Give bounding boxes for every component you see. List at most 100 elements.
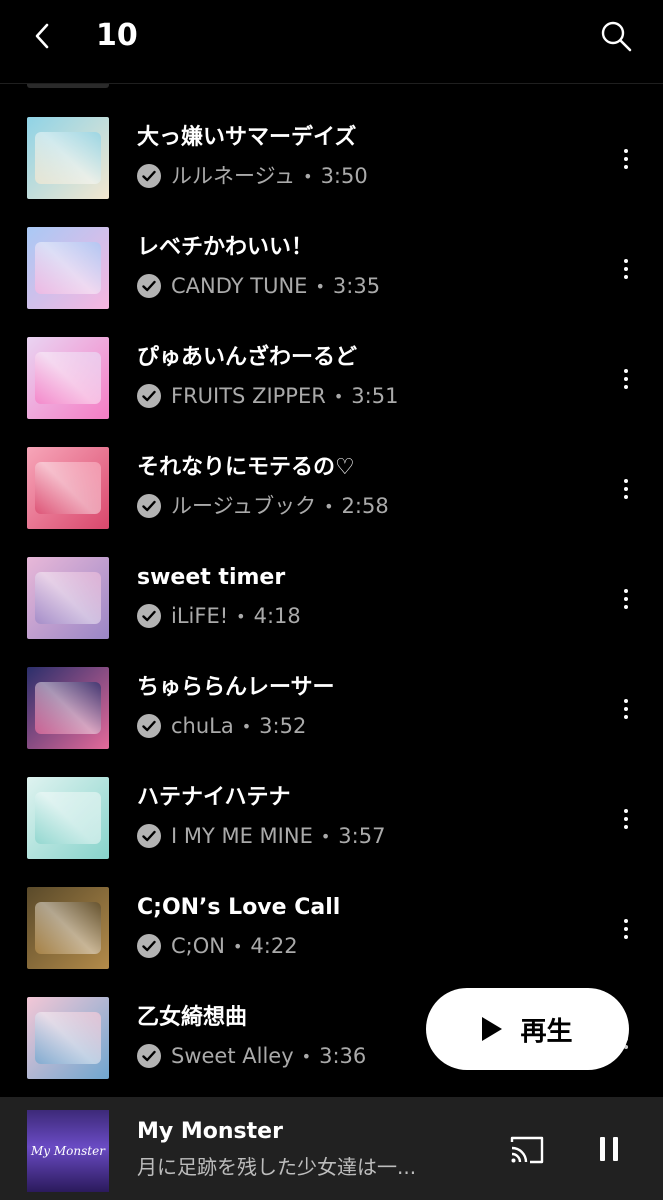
more-vert-icon [624, 149, 628, 153]
track-artwork [27, 227, 109, 309]
meta-separator: • [315, 276, 325, 296]
downloaded-check-icon [137, 274, 161, 298]
more-vert-dot [624, 715, 628, 719]
downloaded-check-icon [137, 1044, 161, 1068]
track-title: sweet timer [137, 565, 286, 590]
more-vert-icon [624, 369, 628, 373]
more-vert-dot [624, 165, 628, 169]
more-vert-dot [624, 495, 628, 499]
meta-separator: • [324, 496, 334, 516]
downloaded-check-icon [137, 714, 161, 738]
artwork-accent [35, 681, 101, 735]
top-app-bar: 10 [0, 0, 663, 84]
artwork-accent [35, 241, 101, 295]
track-title: 乙女綺想曲 [137, 1005, 248, 1030]
more-options-button[interactable] [612, 361, 640, 397]
more-options-button[interactable] [612, 141, 640, 177]
downloaded-check-icon [137, 164, 161, 188]
more-options-button[interactable] [612, 691, 640, 727]
search-button[interactable] [594, 14, 638, 58]
meta-separator: • [241, 716, 252, 736]
playlist-screen: 10 大っ嫌いサマーデイズ ルルネージュ • 3:50 レベチかわいい！ CANDY TU… [0, 0, 663, 1200]
track-duration: 2:58 [341, 494, 389, 518]
more-options-button[interactable] [612, 251, 640, 287]
play-icon [482, 1017, 503, 1041]
track-meta: ルージュブック • 2:58 [137, 491, 389, 521]
track-duration: 3:51 [351, 384, 399, 408]
track-artist: ルージュブック [171, 494, 317, 518]
track-row[interactable]: それなりにモテるの♡ ルージュブック • 2:58 [0, 447, 663, 557]
track-meta: ルルネージュ • 3:50 [137, 161, 368, 191]
more-options-button[interactable] [612, 581, 640, 617]
track-duration: 4:22 [250, 934, 298, 958]
track-artist: I MY ME MINE [171, 824, 313, 848]
track-row[interactable]: ぴゅあいんざわーるど FRUITS ZIPPER • 3:51 [0, 337, 663, 447]
more-vert-dot [624, 927, 628, 931]
pause-icon-bar [613, 1137, 618, 1161]
track-duration: 4:18 [253, 604, 301, 628]
track-artwork [27, 667, 109, 749]
track-title: ぴゅあいんざわーるど [137, 345, 358, 370]
pause-button[interactable] [592, 1131, 626, 1167]
cast-icon [510, 1136, 544, 1164]
more-vert-dot [624, 275, 628, 279]
track-row[interactable]: 大っ嫌いサマーデイズ ルルネージュ • 3:50 [0, 117, 663, 227]
track-title: ちゅららんレーサー [137, 675, 335, 700]
artwork-accent [35, 791, 101, 845]
more-vert-dot [624, 817, 628, 821]
more-vert-dot [624, 825, 628, 829]
meta-separator: • [236, 606, 246, 626]
downloaded-check-icon [137, 934, 161, 958]
downloaded-check-icon [137, 824, 161, 848]
track-row[interactable]: sweet timer iLiFE! • 4:18 [0, 557, 663, 667]
track-row[interactable]: C;ON’s Love Call C;ON • 4:22 [0, 887, 663, 997]
track-artwork [27, 337, 109, 419]
track-artist: CANDY TUNE [171, 274, 308, 298]
track-artwork [27, 557, 109, 639]
track-meta: FRUITS ZIPPER • 3:51 [137, 381, 398, 411]
search-icon [601, 21, 632, 52]
track-title: C;ON’s Love Call [137, 895, 341, 920]
track-artwork [27, 887, 109, 969]
track-artist: FRUITS ZIPPER [171, 384, 326, 408]
mini-player[interactable]: My Monster My Monster 月に足跡を残した少女達は一... [0, 1097, 663, 1200]
previous-row-edge [27, 84, 109, 88]
more-vert-dot [624, 385, 628, 389]
pause-icon [600, 1137, 605, 1161]
play-button[interactable]: 再生 [426, 988, 629, 1070]
now-playing-subtitle: 月に足跡を残した少女達は一... [137, 1155, 417, 1179]
more-vert-icon [624, 259, 628, 263]
artwork-accent [35, 901, 101, 955]
artwork-accent [35, 131, 101, 185]
track-artist: C;ON [171, 934, 225, 958]
artwork-accent [35, 351, 101, 405]
track-artist: Sweet Alley [171, 1044, 294, 1068]
track-row[interactable]: ハテナイハテナ I MY ME MINE • 3:57 [0, 777, 663, 887]
now-playing-title: My Monster [137, 1119, 283, 1144]
more-vert-dot [624, 935, 628, 939]
more-options-button[interactable] [612, 911, 640, 947]
more-vert-icon [624, 589, 628, 593]
track-list: 大っ嫌いサマーデイズ ルルネージュ • 3:50 レベチかわいい！ CANDY TUNE •… [0, 117, 663, 1107]
more-vert-dot [624, 597, 628, 601]
track-artist: iLiFE! [171, 604, 229, 628]
artwork-accent [35, 1011, 101, 1065]
more-vert-icon [624, 919, 628, 923]
more-vert-dot [624, 707, 628, 711]
more-options-button[interactable] [612, 801, 640, 837]
more-vert-icon [624, 479, 628, 483]
now-playing-artwork: My Monster [27, 1110, 109, 1192]
track-artist: ルルネージュ [171, 164, 296, 188]
track-artist: chuLa [171, 714, 234, 738]
back-button[interactable] [22, 16, 62, 56]
track-row[interactable]: ちゅららんレーサー chuLa • 3:52 [0, 667, 663, 777]
cast-button[interactable] [506, 1129, 548, 1169]
more-vert-dot [624, 157, 628, 161]
track-title: ハテナイハテナ [137, 785, 291, 810]
track-artwork [27, 997, 109, 1079]
track-row[interactable]: レベチかわいい！ CANDY TUNE • 3:35 [0, 227, 663, 337]
track-meta: CANDY TUNE • 3:35 [137, 271, 380, 301]
more-options-button[interactable] [612, 471, 640, 507]
more-vert-dot [624, 377, 628, 381]
track-artwork [27, 777, 109, 859]
